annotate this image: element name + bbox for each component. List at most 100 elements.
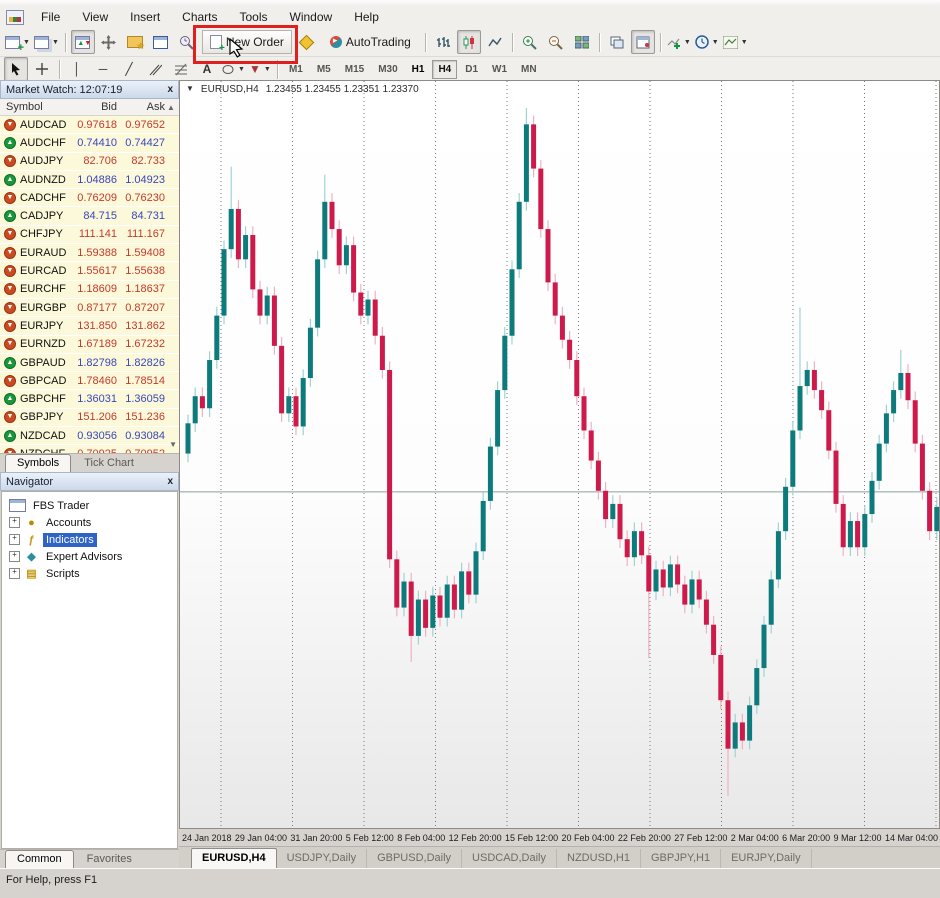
- close-icon[interactable]: x: [167, 476, 173, 487]
- indicators-button[interactable]: ▼: [666, 30, 692, 54]
- timeframe-mn-button[interactable]: MN: [515, 60, 543, 79]
- zoom-out-button[interactable]: [544, 30, 568, 54]
- tree-item-scripts[interactable]: +▤Scripts: [2, 565, 177, 582]
- channel-tool-button[interactable]: [143, 57, 167, 81]
- cursor-tool-button[interactable]: [4, 57, 28, 81]
- horizontal-line-tool-button[interactable]: ─: [91, 57, 115, 81]
- menu-window[interactable]: Window: [279, 7, 344, 27]
- tile-windows-button[interactable]: [570, 30, 594, 54]
- chart-plot-area[interactable]: ▼ EURUSD,H4 1.23455 1.23455 1.23351 1.23…: [179, 80, 940, 829]
- market-watch-titlebar[interactable]: Market Watch: 12:07:19 x: [0, 80, 179, 99]
- market-watch-row[interactable]: ▲NZDCAD0.930560.93084: [0, 427, 179, 445]
- arrows-tool-button[interactable]: ▼▼: [248, 57, 272, 81]
- symbol-cell: ▲GBPAUD: [0, 357, 69, 369]
- tree-item-expert-advisors[interactable]: +◆Expert Advisors: [2, 548, 177, 565]
- column-header-symbol[interactable]: Symbol: [0, 101, 69, 113]
- timeframe-m30-button[interactable]: M30: [372, 60, 403, 79]
- chart-tab-gbpjpy-h1[interactable]: GBPJPY,H1: [641, 849, 721, 868]
- trendline-tool-button[interactable]: ╱: [117, 57, 141, 81]
- menu-view[interactable]: View: [71, 7, 119, 27]
- market-watch-row[interactable]: ▼GBPCAD1.784601.78514: [0, 372, 179, 390]
- scroll-down-icon[interactable]: ▼: [169, 440, 177, 449]
- expand-plus-icon[interactable]: +: [9, 534, 20, 545]
- market-watch-row[interactable]: ▼GBPJPY151.206151.236: [0, 409, 179, 427]
- cascade-windows-button[interactable]: [605, 30, 629, 54]
- tab-favorites[interactable]: Favorites: [76, 851, 143, 868]
- market-watch-row[interactable]: ▲GBPAUD1.827981.82826: [0, 354, 179, 372]
- new-order-button[interactable]: New Order: [202, 30, 292, 54]
- expand-plus-icon[interactable]: +: [9, 568, 20, 579]
- expand-plus-icon[interactable]: +: [9, 551, 20, 562]
- menu-file[interactable]: File: [30, 7, 71, 27]
- timeframe-h1-button[interactable]: H1: [406, 60, 431, 79]
- metaeditor-button[interactable]: [295, 30, 319, 54]
- timeframe-m5-button[interactable]: M5: [311, 60, 337, 79]
- scroll-up-icon[interactable]: ▲: [165, 103, 177, 112]
- tree-item-root[interactable]: FBS Trader: [2, 497, 177, 514]
- time-axis[interactable]: 24 Jan 201829 Jan 04:0031 Jan 20:005 Feb…: [179, 829, 940, 846]
- timeframe-w1-button[interactable]: W1: [486, 60, 513, 79]
- column-header-ask[interactable]: Ask: [117, 101, 165, 113]
- vertical-line-tool-button[interactable]: │: [65, 57, 89, 81]
- candlestick-chart-button[interactable]: [457, 30, 481, 54]
- timeframe-h4-button[interactable]: H4: [432, 60, 457, 79]
- market-watch-row[interactable]: ▲AUDNZD1.048861.04923: [0, 171, 179, 189]
- tab-common[interactable]: Common: [5, 850, 74, 868]
- crosshair-tool-button[interactable]: [30, 57, 54, 81]
- autotrading-button[interactable]: AutoTrading: [322, 30, 419, 54]
- market-watch-toggle-button[interactable]: ▲▼: [71, 30, 95, 54]
- bar-chart-button[interactable]: [431, 30, 455, 54]
- column-header-bid[interactable]: Bid: [69, 101, 117, 113]
- favorites-button[interactable]: ★: [123, 30, 147, 54]
- market-watch-row[interactable]: ▼EURNZD1.671891.67232: [0, 336, 179, 354]
- data-window-button[interactable]: [149, 30, 173, 54]
- market-watch-row[interactable]: ▼EURGBP0.871770.87207: [0, 299, 179, 317]
- market-watch-row[interactable]: ▼AUDCAD0.976180.97652: [0, 116, 179, 134]
- timeframe-m15-button[interactable]: M15: [339, 60, 370, 79]
- market-watch-row[interactable]: ▼EURAUD1.593881.59408: [0, 244, 179, 262]
- candlestick-chart[interactable]: [180, 81, 939, 829]
- market-watch-row[interactable]: ▼AUDJPY82.70682.733: [0, 153, 179, 171]
- chart-tab-usdcad-daily[interactable]: USDCAD,Daily: [462, 849, 557, 868]
- timeframe-d1-button[interactable]: D1: [459, 60, 484, 79]
- market-watch-row[interactable]: ▼EURCHF1.186091.18637: [0, 281, 179, 299]
- tab-tick-chart[interactable]: Tick Chart: [73, 455, 145, 472]
- templates-button[interactable]: ▼: [722, 30, 749, 54]
- navigator-titlebar[interactable]: Navigator x: [0, 472, 179, 491]
- tree-item-indicators[interactable]: +ƒIndicators: [2, 531, 177, 548]
- zoom-in-button[interactable]: [518, 30, 542, 54]
- new-chart-button[interactable]: +▼: [4, 30, 31, 54]
- line-chart-button[interactable]: [483, 30, 507, 54]
- menu-insert[interactable]: Insert: [119, 7, 171, 27]
- shapes-tool-button[interactable]: ▼: [221, 57, 246, 81]
- market-watch-row[interactable]: ▼NZDCHF0.709250.70952: [0, 445, 179, 453]
- timeframe-m1-button[interactable]: M1: [283, 60, 309, 79]
- arrange-windows-button[interactable]: [631, 30, 655, 54]
- market-watch-row[interactable]: ▼CADCHF0.762090.76230: [0, 189, 179, 207]
- market-watch-row[interactable]: ▼CHFJPY111.141111.167: [0, 226, 179, 244]
- market-watch-title: Market Watch: 12:07:19: [6, 84, 122, 96]
- market-watch-row[interactable]: ▲AUDCHF0.744100.74427: [0, 134, 179, 152]
- market-watch-row[interactable]: ▼EURJPY131.850131.862: [0, 317, 179, 335]
- chart-tab-eurusd-h4[interactable]: EURUSD,H4: [191, 848, 277, 868]
- close-icon[interactable]: x: [167, 84, 173, 95]
- tree-item-accounts[interactable]: +●Accounts: [2, 514, 177, 531]
- market-watch-row[interactable]: ▲GBPCHF1.360311.36059: [0, 390, 179, 408]
- fibonacci-tool-button[interactable]: [169, 57, 193, 81]
- tab-symbols[interactable]: Symbols: [5, 454, 71, 472]
- menu-charts[interactable]: Charts: [171, 7, 228, 27]
- chart-tab-usdjpy-daily[interactable]: USDJPY,Daily: [277, 849, 368, 868]
- chart-tab-eurjpy-daily[interactable]: EURJPY,Daily: [721, 849, 812, 868]
- market-watch-row[interactable]: ▲CADJPY84.71584.731: [0, 207, 179, 225]
- menu-tools[interactable]: Tools: [229, 7, 279, 27]
- chart-tab-gbpusd-daily[interactable]: GBPUSD,Daily: [367, 849, 462, 868]
- text-tool-button[interactable]: A: [195, 57, 219, 81]
- chart-tab-nzdusd-h1[interactable]: NZDUSD,H1: [557, 849, 641, 868]
- navigator-toggle-button[interactable]: [97, 30, 121, 54]
- profiles-button[interactable]: ▼: [33, 30, 60, 54]
- strategy-tester-button[interactable]: [175, 30, 199, 54]
- menu-help[interactable]: Help: [343, 7, 390, 27]
- periods-button[interactable]: ▼: [694, 30, 720, 54]
- expand-plus-icon[interactable]: +: [9, 517, 20, 528]
- market-watch-row[interactable]: ▼EURCAD1.556171.55638: [0, 262, 179, 280]
